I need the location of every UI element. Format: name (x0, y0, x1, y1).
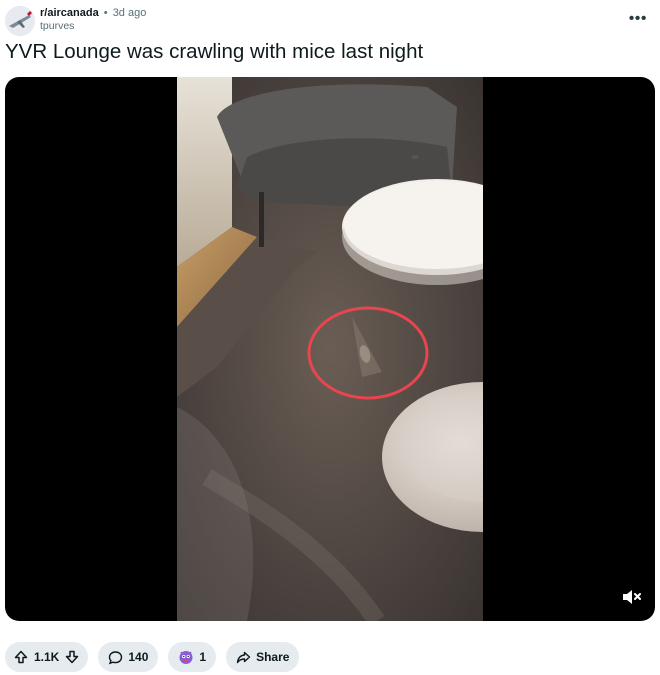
award-count: 1 (199, 650, 207, 664)
subreddit-avatar[interactable] (5, 6, 35, 36)
subreddit-link[interactable]: r/aircanada (40, 7, 99, 19)
speech-bubble-icon (108, 650, 123, 665)
post-title[interactable]: YVR Lounge was crawling with mice last n… (5, 40, 423, 64)
meta-separator: • (103, 7, 108, 19)
comments-button[interactable]: 140 (98, 642, 159, 672)
share-label: Share (256, 650, 290, 664)
award-button[interactable]: 1 (168, 642, 217, 672)
more-horizontal-icon[interactable]: ••• (629, 10, 647, 28)
highlight-circle (307, 306, 429, 400)
post-timestamp: 3d ago (112, 7, 147, 19)
share-arrow-icon (236, 650, 251, 665)
video-player[interactable] (5, 77, 655, 621)
share-button[interactable]: Share (226, 642, 300, 672)
arrow-down-icon[interactable] (65, 650, 79, 664)
vote-control: 1.1K (5, 642, 89, 672)
upvote-count: 1.1K (34, 650, 60, 664)
author-link[interactable]: tpurves (40, 20, 146, 33)
post-actions: 1.1K 140 1 Share (5, 642, 300, 672)
award-icon (178, 649, 194, 665)
post-header: r/aircanada • 3d ago tpurves ••• (5, 4, 655, 36)
arrow-up-icon[interactable] (14, 650, 28, 664)
video-frame (177, 77, 582, 621)
speaker-muted-icon[interactable] (621, 587, 643, 607)
comment-count: 140 (128, 650, 149, 664)
